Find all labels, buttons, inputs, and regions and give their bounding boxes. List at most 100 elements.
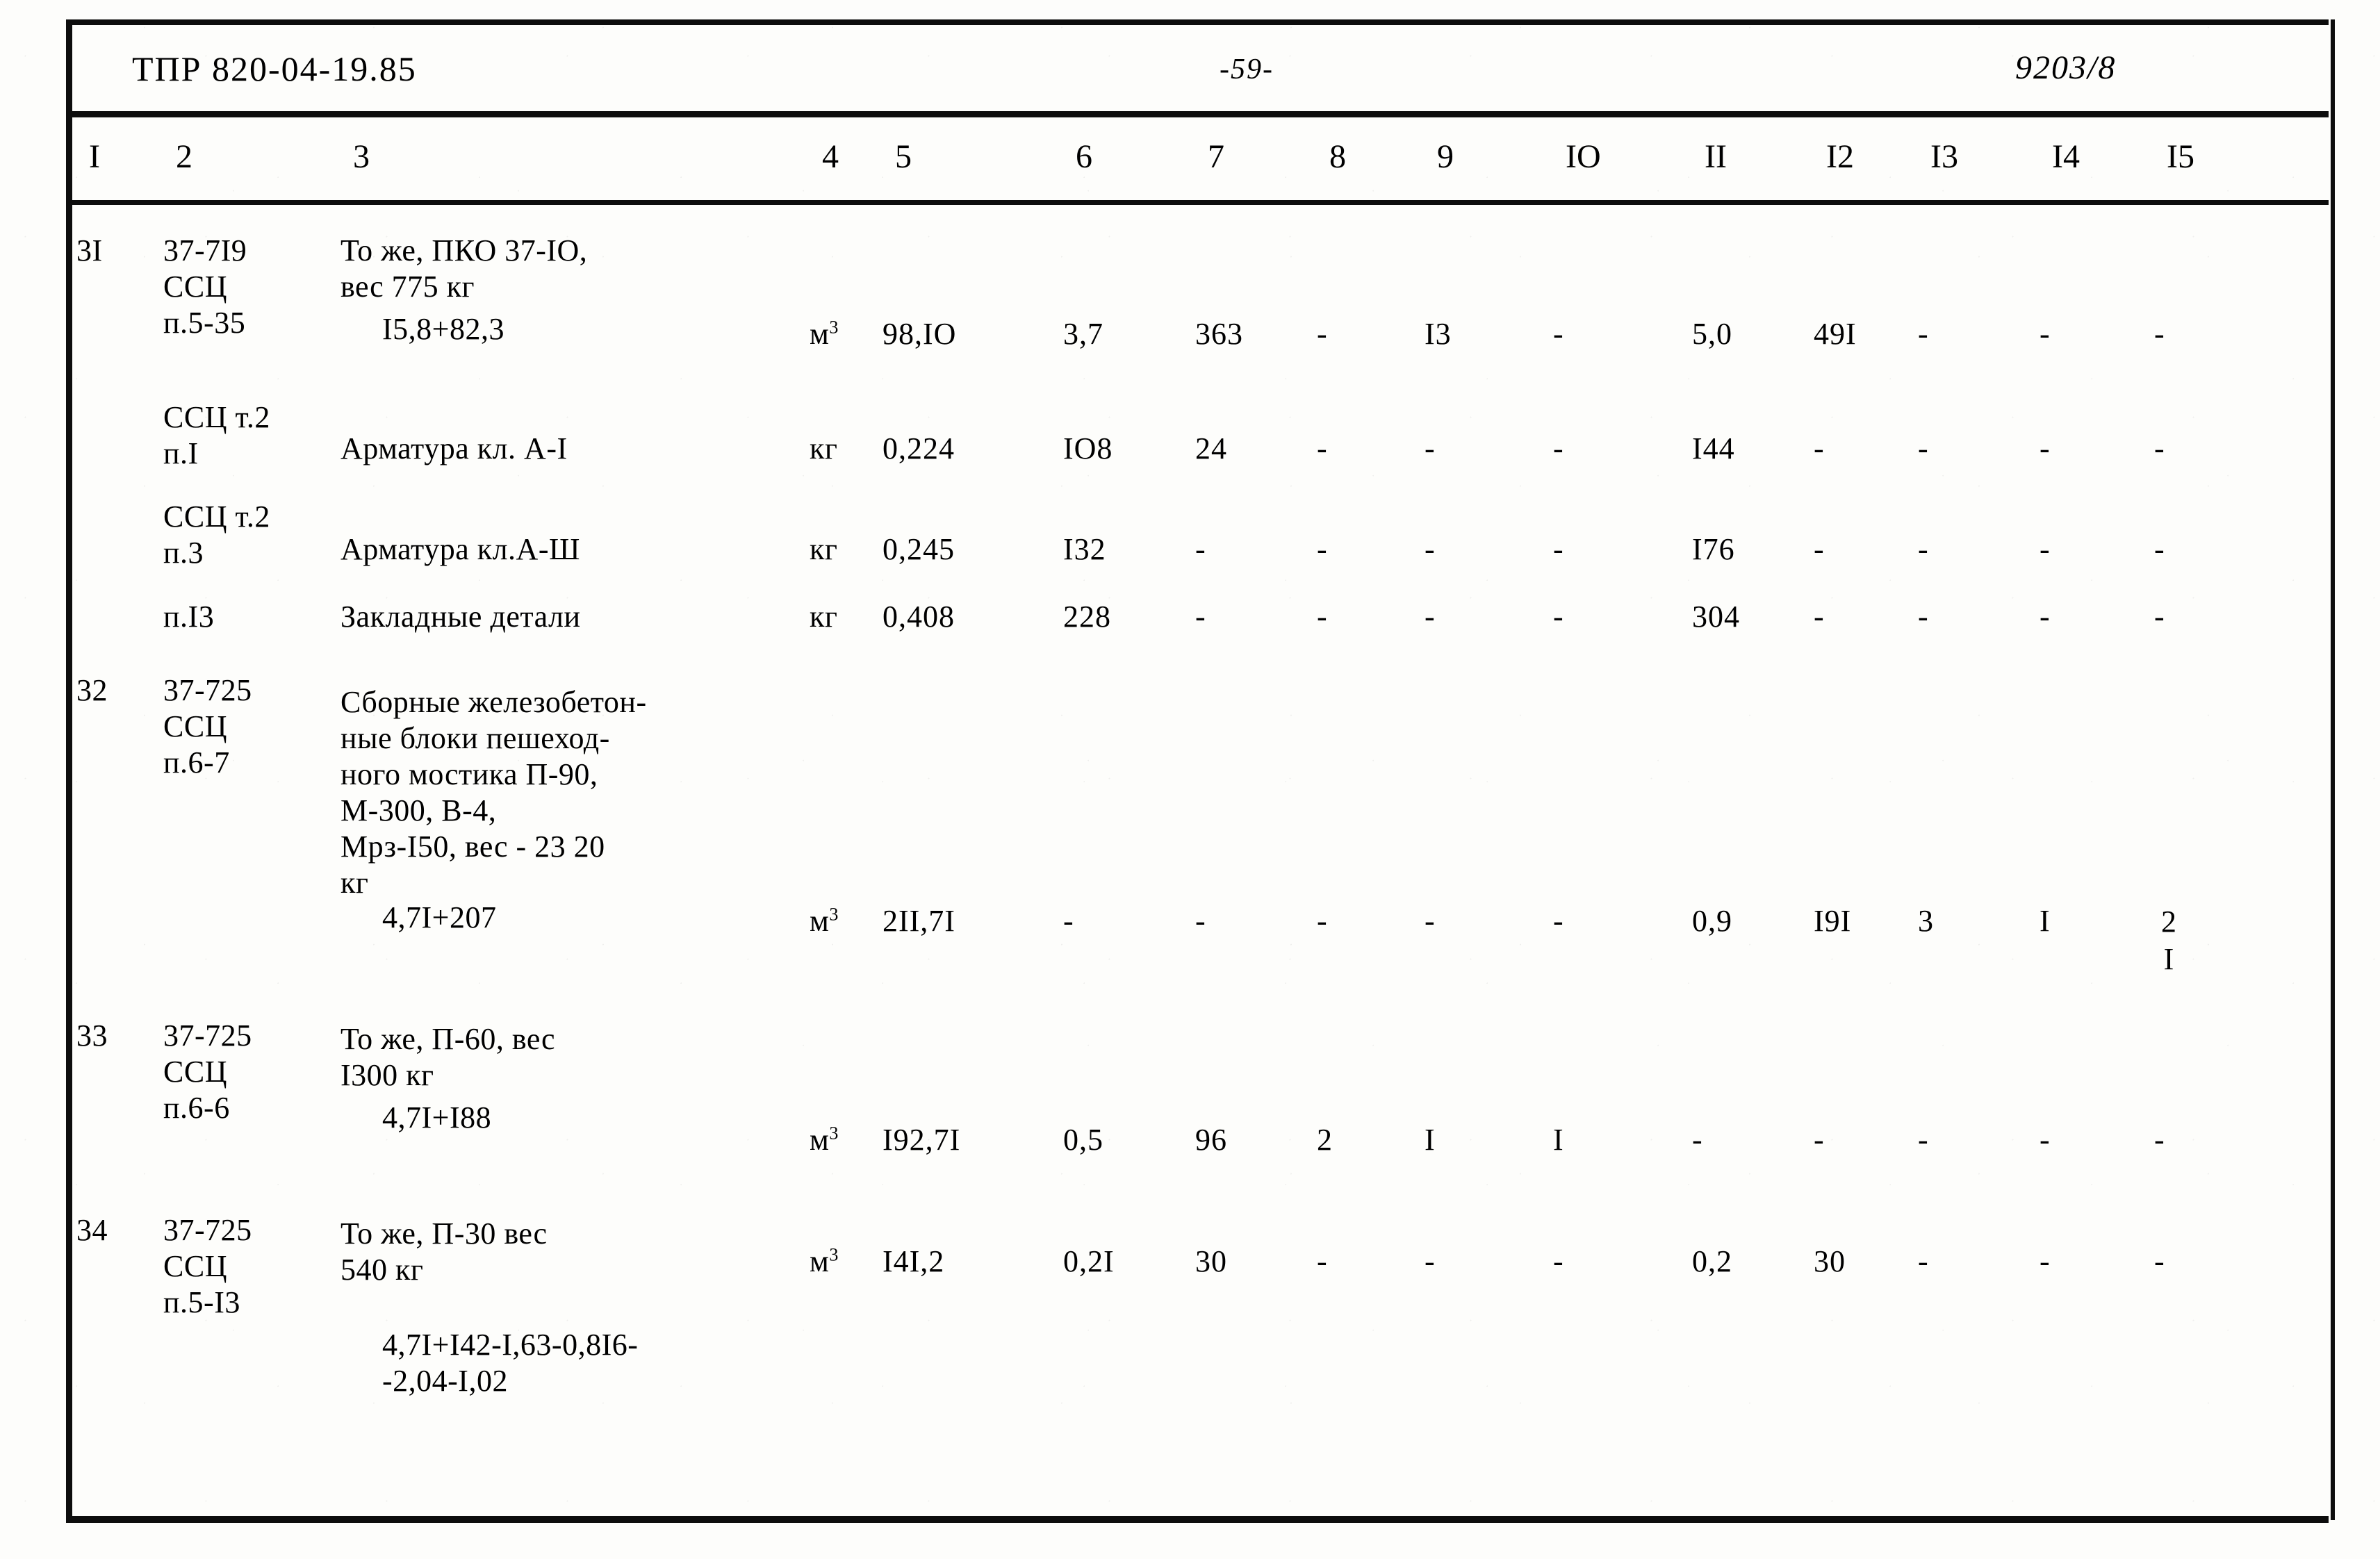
- row-cell-col14: -: [2040, 431, 2051, 465]
- row-cell-col13: -: [1918, 600, 1929, 634]
- row-cell-col14: -: [2040, 532, 2051, 566]
- row-cell-col7: -: [1195, 532, 1206, 566]
- row-formula: I5,8+82,3: [382, 312, 504, 346]
- row-unit-exponent: 3: [829, 904, 839, 925]
- row-unit-text: м: [810, 1123, 830, 1157]
- row-description: Арматура кл.А-Ш: [340, 532, 580, 566]
- row-cell-col9: -: [1425, 1244, 1436, 1278]
- row-cell-col12: -: [1814, 600, 1825, 634]
- row-cell-col5: 2II,7I: [883, 904, 955, 938]
- row-cell-col8: -: [1317, 532, 1328, 566]
- row-code: 37-725 ССЦ п.6-6: [163, 1018, 252, 1125]
- row-code: 37-725 ССЦ п.6-7: [163, 673, 252, 780]
- row-cell-col6: I32: [1063, 532, 1106, 566]
- row-cell-col5: 98,IO: [883, 317, 957, 351]
- row-cell-col13: -: [1918, 532, 1929, 566]
- row-unit-text: кг: [810, 532, 838, 566]
- row-cell-col13: -: [1918, 317, 1929, 351]
- row-unit: кг: [810, 599, 837, 635]
- row-cell-col6: -: [1063, 904, 1074, 938]
- row-unit-text: м: [810, 904, 830, 938]
- row-cell-col13: -: [1918, 431, 1929, 465]
- row-cell-col10: I: [1553, 1123, 1564, 1157]
- row-unit: м3: [810, 316, 839, 352]
- row-unit-text: м: [810, 1244, 830, 1278]
- row-cell-col13: 3: [1918, 904, 1934, 938]
- row-cell-col5: 0,408: [883, 600, 955, 634]
- row-cell-col9: -: [1425, 431, 1436, 465]
- row-cell-col8: -: [1317, 600, 1328, 634]
- row-cell-col14: -: [2040, 1244, 2051, 1278]
- row-number: 3I: [76, 233, 103, 267]
- row-cell-col14: -: [2040, 600, 2051, 634]
- row-cell-col5: 0,224: [883, 431, 955, 465]
- row-cell-col5: I4I,2: [883, 1244, 945, 1278]
- row-cell-col15: 2 I: [2161, 905, 2176, 976]
- row-cell-col8: -: [1317, 431, 1328, 465]
- row-unit-exponent: 3: [829, 317, 839, 338]
- row-cell-col6: 3,7: [1063, 317, 1103, 351]
- row-cell-col14: -: [2040, 317, 2051, 351]
- row-cell-col9: I3: [1425, 317, 1452, 351]
- row-description: То же, П-30 вес 540 кг: [340, 1216, 548, 1287]
- row-cell-col15: -: [2154, 431, 2165, 465]
- row-number: 32: [76, 673, 108, 707]
- row-cell-col12: 49I: [1814, 317, 1857, 351]
- row-unit: м3: [810, 1244, 839, 1280]
- row-code: п.I3: [163, 600, 215, 634]
- row-cell-col13: -: [1918, 1244, 1929, 1278]
- row-code: 37-7I9 ССЦ п.5-35: [163, 233, 247, 340]
- row-cell-col8: -: [1317, 904, 1328, 938]
- row-description: То же, ПКО 37-IO, вес 775 кг: [340, 233, 588, 304]
- row-cell-col12: I9I: [1814, 904, 1852, 938]
- row-cell-col12: -: [1814, 1123, 1825, 1157]
- table-body: 3I 37-7I9 ССЦ п.5-35 То же, ПКО 37-IO, вес…: [0, 0, 2258, 1501]
- row-cell-col11: I76: [1692, 532, 1735, 566]
- row-unit-exponent: 3: [829, 1123, 839, 1144]
- row-cell-col11: 0,2: [1692, 1244, 1732, 1278]
- row-cell-col11: -: [1692, 1123, 1703, 1157]
- row-cell-col7: 363: [1195, 317, 1243, 351]
- row-cell-col15: -: [2154, 532, 2165, 566]
- row-cell-col11: 0,9: [1692, 904, 1732, 938]
- row-formula: 4,7I+I88: [382, 1100, 492, 1135]
- row-cell-col9: -: [1425, 532, 1436, 566]
- row-number: 33: [76, 1018, 108, 1053]
- row-description: Сборные железобетон- ные блоки пешеход- …: [340, 685, 647, 900]
- row-code: ССЦ т.2 п.3: [163, 500, 270, 570]
- row-cell-col6: 0,5: [1063, 1123, 1103, 1157]
- row-formula: 4,7I+207: [382, 900, 497, 934]
- row-code: 37-725 ССЦ п.5-I3: [163, 1213, 252, 1319]
- row-unit: кг: [810, 531, 837, 568]
- row-unit-text: кг: [810, 431, 838, 465]
- row-cell-col12: -: [1814, 532, 1825, 566]
- row-cell-col15: -: [2154, 317, 2165, 351]
- row-cell-col9: -: [1425, 600, 1436, 634]
- row-cell-col9: -: [1425, 904, 1436, 938]
- row-unit-text: м: [810, 317, 830, 351]
- row-cell-col7: -: [1195, 904, 1206, 938]
- row-cell-col10: -: [1553, 904, 1564, 938]
- row-cell-col13: -: [1918, 1123, 1929, 1157]
- row-description: То же, П-60, вес I300 кг: [340, 1022, 556, 1092]
- row-cell-col10: -: [1553, 1244, 1564, 1278]
- row-unit: кг: [810, 431, 837, 467]
- row-cell-col8: -: [1317, 317, 1328, 351]
- row-cell-col7: 30: [1195, 1244, 1227, 1278]
- row-description: Закладные детали: [340, 600, 581, 634]
- row-cell-col8: 2: [1317, 1123, 1333, 1157]
- row-cell-col5: 0,245: [883, 532, 955, 566]
- row-cell-col6: 228: [1063, 600, 1111, 634]
- row-unit-exponent: 3: [829, 1244, 839, 1265]
- row-cell-col11: I44: [1692, 431, 1735, 465]
- row-cell-col12: -: [1814, 431, 1825, 465]
- row-cell-col7: 24: [1195, 431, 1227, 465]
- row-description: Арматура кл. А-I: [340, 431, 568, 465]
- row-formula: 4,7I+I42-I,63-0,8I6- -2,04-I,02: [382, 1328, 639, 1398]
- row-unit: м3: [810, 1122, 839, 1158]
- row-cell-col11: 5,0: [1692, 317, 1732, 351]
- row-unit: м3: [810, 903, 839, 939]
- row-cell-col6: 0,2I: [1063, 1244, 1115, 1278]
- row-cell-col8: -: [1317, 1244, 1328, 1278]
- row-cell-col9: I: [1425, 1123, 1436, 1157]
